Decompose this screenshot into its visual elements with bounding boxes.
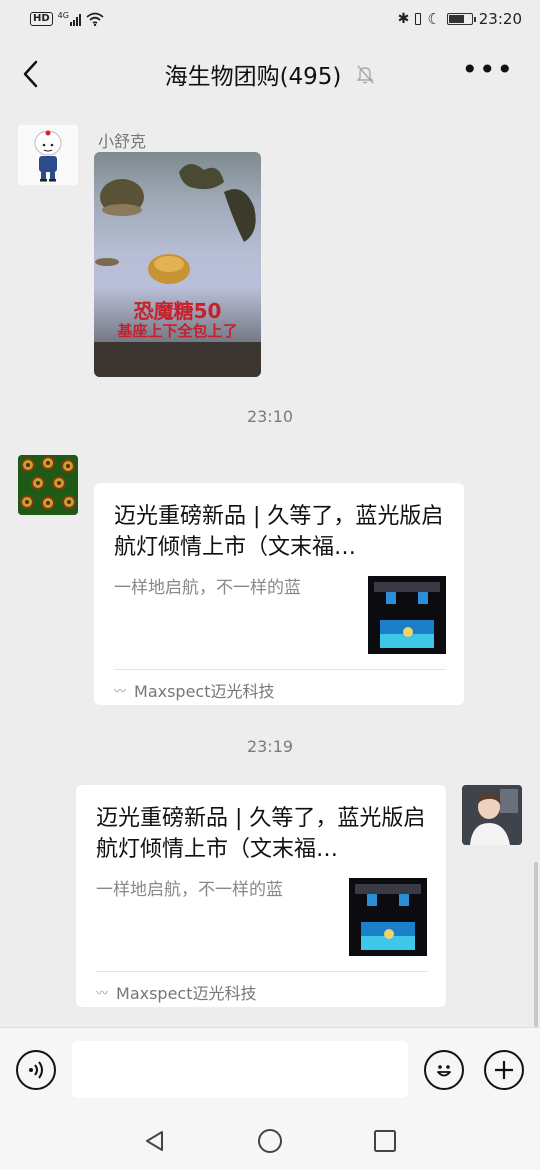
plus-button[interactable] (484, 1050, 524, 1090)
card-source-name: Maxspect迈光科技 (134, 682, 275, 701)
card-divider (114, 669, 446, 670)
avatar-sender-2[interactable] (18, 455, 78, 515)
avatar-coral (18, 455, 78, 515)
avatar-cartoon (18, 125, 78, 185)
card-divider (96, 971, 428, 972)
nav-recent-button[interactable] (371, 1127, 399, 1155)
status-time: 23:20 (478, 10, 522, 28)
avatar-self[interactable] (462, 785, 522, 845)
card-thumbnail (349, 878, 427, 956)
battery-fill (448, 15, 465, 23)
card-source: 〰 Maxspect迈光科技 (114, 678, 275, 702)
chat-title: 海生物团购(495) (165, 57, 376, 91)
nav-back-button[interactable] (141, 1127, 169, 1155)
card-source: 〰 Maxspect迈光科技 (96, 980, 257, 1004)
bluetooth-icon: ✱ (397, 11, 410, 27)
more-icon: ••• (461, 53, 514, 86)
wifi-icon (86, 12, 104, 26)
source-logo-icon: 〰 (96, 985, 109, 1000)
vibrate-icon (415, 13, 422, 25)
source-logo-icon: 〰 (114, 683, 127, 698)
input-bar (0, 1027, 540, 1112)
battery-icon (446, 13, 476, 25)
card-title: 迈光重磅新品 | 久等了，蓝光版启航灯倾情上市（文末福… (96, 806, 426, 862)
nav-home-button[interactable] (256, 1127, 284, 1155)
back-button[interactable] (14, 56, 46, 92)
card-source-name: Maxspect迈光科技 (116, 984, 257, 1003)
hd-indicator: HD (30, 12, 53, 26)
nav-home-icon (258, 1129, 282, 1153)
scrollbar[interactable] (534, 862, 538, 1027)
card-description: 一样地启航，不一样的蓝 (114, 578, 301, 598)
card-thumbnail (368, 576, 446, 654)
link-card-received[interactable]: 迈光重磅新品 | 久等了，蓝光版启航灯倾情上市（文末福… 一样地启航，不一样的蓝… (94, 483, 464, 705)
lamp-photo (368, 576, 446, 654)
image-caption-2: 基座上下全包上了 (117, 322, 238, 340)
timestamp: 23:10 (246, 407, 294, 426)
voice-button[interactable] (16, 1050, 56, 1090)
image-message[interactable]: 恐魔糖50 基座上下全包上了 (94, 152, 261, 377)
status-bar: HD 4G ✱ ☾ 23:20 (0, 0, 540, 38)
sender-name: 小舒克 (98, 132, 147, 151)
image-photo (94, 163, 261, 377)
more-button[interactable]: ••• (461, 56, 514, 84)
chat-title-text: 海生物团购(495) (164, 64, 342, 90)
lamp-photo (349, 878, 427, 956)
voice-icon (29, 1061, 43, 1079)
nav-back-icon (146, 1131, 163, 1151)
back-icon (23, 60, 38, 88)
emoji-button[interactable] (424, 1050, 464, 1090)
avatar-sender-1[interactable] (18, 125, 78, 185)
card-description: 一样地启航，不一样的蓝 (96, 880, 283, 900)
moon-icon: ☾ (427, 10, 441, 28)
signal-icon: 4G (58, 12, 81, 26)
timestamp: 23:19 (246, 737, 294, 756)
chat-header: 海生物团购(495) ••• (0, 38, 540, 110)
avatar-photo (462, 785, 522, 845)
nav-recent-icon (374, 1130, 396, 1152)
link-card-sent[interactable]: 迈光重磅新品 | 久等了，蓝光版启航灯倾情上市（文末福… 一样地启航，不一样的蓝… (76, 785, 446, 1007)
network-type: 4G (57, 11, 69, 20)
mute-icon (356, 65, 375, 84)
system-nav-bar (0, 1112, 540, 1170)
card-title: 迈光重磅新品 | 久等了，蓝光版启航灯倾情上市（文末福… (114, 504, 444, 560)
emoji-icon (437, 1065, 451, 1077)
message-input[interactable] (72, 1041, 408, 1098)
plus-icon (495, 1061, 513, 1079)
